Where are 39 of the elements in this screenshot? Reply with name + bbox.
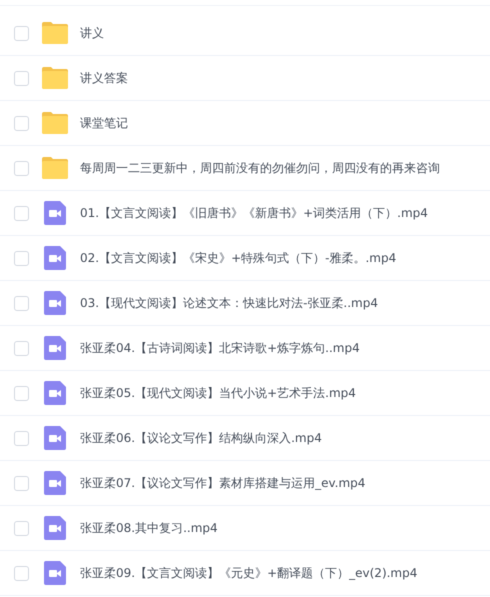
video-file-icon xyxy=(44,201,66,225)
file-name[interactable]: 讲义答案 xyxy=(80,70,128,86)
file-name[interactable]: 张亚柔09.【文言文阅读】《元史》+翻译题（下）_ev(2).mp4 xyxy=(80,564,418,582)
file-name[interactable]: 张亚柔04.【古诗词阅读】北宋诗歌+炼字炼句..mp4 xyxy=(80,340,360,356)
folder-icon xyxy=(42,67,68,89)
file-name[interactable]: 张亚柔05.【现代文阅读】当代小说+艺术手法.mp4 xyxy=(80,384,356,402)
file-name[interactable]: 张亚柔07.【议论文写作】素材库搭建与运用_ev.mp4 xyxy=(80,474,366,492)
checkbox[interactable] xyxy=(14,116,29,130)
checkbox[interactable] xyxy=(14,70,29,86)
file-name[interactable]: 01.【文言文阅读】《旧唐书》《新唐书》+词类活用（下）.mp4 xyxy=(80,204,428,222)
checkbox[interactable] xyxy=(14,476,29,490)
video-file-icon xyxy=(44,426,66,450)
video-file-icon xyxy=(44,516,66,540)
checkbox[interactable] xyxy=(14,206,29,220)
file-name[interactable]: 课堂笔记 xyxy=(80,114,128,132)
checkbox[interactable] xyxy=(14,340,29,356)
file-name[interactable]: 张亚柔08.其中复习..mp4 xyxy=(80,520,218,536)
video-file-icon xyxy=(44,381,66,405)
video-file-icon xyxy=(44,246,66,270)
video-file-icon xyxy=(44,561,66,585)
folder-icon xyxy=(42,112,68,134)
folder-icon xyxy=(42,157,68,179)
file-name[interactable]: 张亚柔06.【议论文写作】结构纵向深入.mp4 xyxy=(80,430,322,446)
checkbox[interactable] xyxy=(14,386,29,400)
checkbox[interactable] xyxy=(14,160,29,176)
folder-icon xyxy=(42,22,68,44)
checkbox[interactable] xyxy=(14,250,29,266)
checkbox[interactable] xyxy=(14,296,29,310)
checkbox[interactable] xyxy=(14,566,29,580)
file-name[interactable]: 讲义 xyxy=(80,24,104,42)
file-name[interactable]: 每周周一二三更新中，周四前没有的勿催勿问，周四没有的再来咨询 xyxy=(80,160,440,176)
video-file-icon xyxy=(44,471,66,495)
video-file-icon xyxy=(44,336,66,360)
checkbox[interactable] xyxy=(14,430,29,446)
checkbox[interactable] xyxy=(14,520,29,536)
file-name[interactable]: 02.【文言文阅读】《宋史》+特殊句式（下）-雅柔。.mp4 xyxy=(80,250,396,266)
checkbox[interactable] xyxy=(14,26,29,40)
file-name[interactable]: 03.【现代文阅读】论述文本：快速比对法-张亚柔..mp4 xyxy=(80,294,378,312)
video-file-icon xyxy=(44,291,66,315)
